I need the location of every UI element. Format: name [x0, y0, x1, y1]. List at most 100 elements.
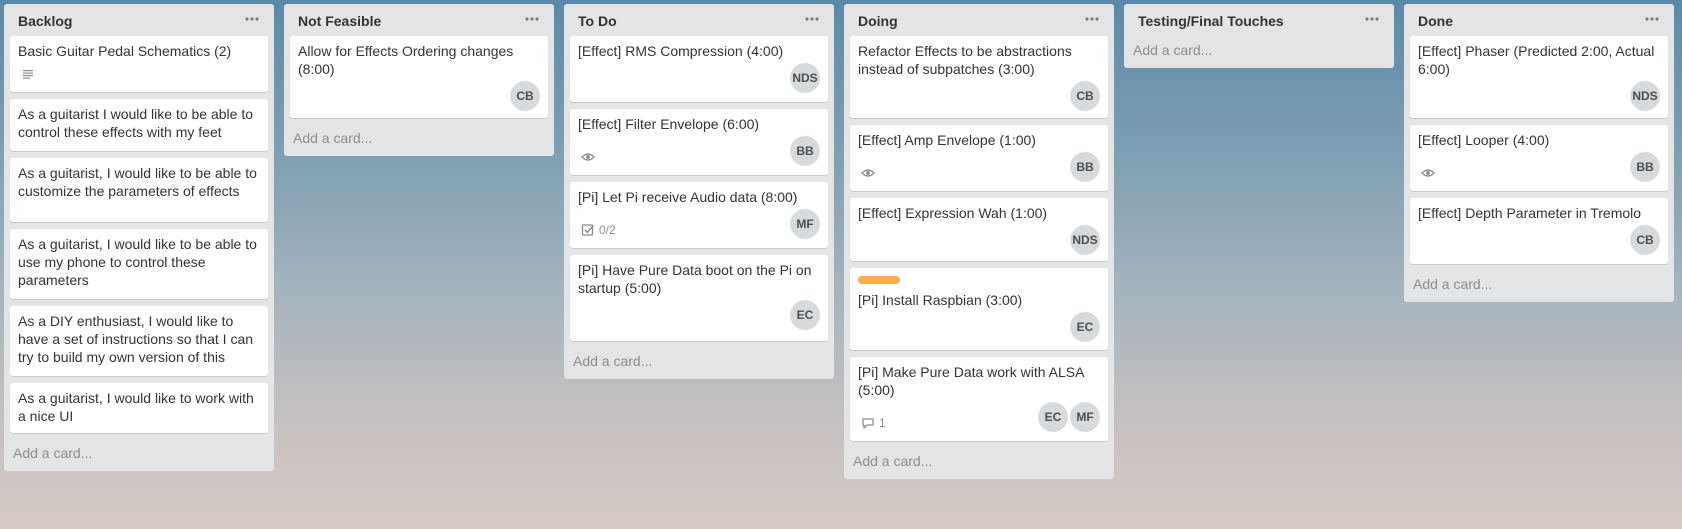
card-title: [Pi] Have Pure Data boot on the Pi on st… [578, 262, 812, 296]
card-title: Refactor Effects to be abstractions inst… [858, 43, 1072, 77]
list-title[interactable]: Doing [858, 13, 898, 29]
add-card-button[interactable]: Add a card... [1410, 264, 1668, 302]
card-title: As a guitarist, I would like to work wit… [18, 390, 254, 424]
card[interactable]: [Effect] Looper (4:00) BB [1410, 125, 1668, 191]
card-footer: CB [298, 78, 540, 111]
card[interactable]: [Pi] Install Raspbian (3:00) EC [850, 268, 1108, 350]
card-footer: BB [578, 133, 820, 166]
card-title: As a guitarist I would like to be able t… [18, 106, 254, 140]
card-badges [578, 325, 581, 330]
avatar-nds[interactable]: NDS [1630, 81, 1660, 111]
avatar-ec[interactable]: EC [790, 300, 820, 330]
card-members: NDS [1070, 225, 1100, 255]
eye-badge [1421, 164, 1435, 182]
avatar-bb[interactable]: BB [790, 136, 820, 166]
card-footer: BB [1418, 149, 1660, 182]
list-title[interactable]: Not Feasible [298, 13, 381, 29]
card[interactable]: As a guitarist, I would like to be able … [10, 229, 268, 299]
add-card-button[interactable]: Add a card... [290, 118, 548, 156]
card-list: [Effect] RMS Compression (4:00) NDS [Effec… [570, 36, 828, 341]
card-footer: EC [578, 297, 820, 330]
card-members: CB [1070, 81, 1100, 111]
add-card-button[interactable]: Add a card... [570, 341, 828, 379]
list-header: Backlog [10, 4, 268, 36]
avatar-cb[interactable]: CB [1630, 225, 1660, 255]
card-badges [1418, 250, 1421, 255]
card-members: EC MF [1038, 402, 1100, 432]
list-header: Not Feasible [290, 4, 548, 36]
card[interactable]: [Pi] Let Pi receive Audio data (8:00) 0/2… [570, 182, 828, 248]
card-title: Basic Guitar Pedal Schematics (2) [18, 43, 232, 59]
card-members: NDS [790, 63, 820, 93]
card-badges [18, 60, 35, 83]
card[interactable]: [Pi] Make Pure Data work with ALSA (5:00… [850, 357, 1108, 441]
list-menu-icon[interactable] [1642, 8, 1662, 28]
card[interactable]: Basic Guitar Pedal Schematics (2) [10, 36, 268, 92]
avatar-bb[interactable]: BB [1630, 152, 1660, 182]
card[interactable]: [Effect] Phaser (Predicted 2:00, Actual … [1410, 36, 1668, 118]
list-menu-icon[interactable] [1082, 8, 1102, 28]
card[interactable]: [Pi] Have Pure Data boot on the Pi on st… [570, 255, 828, 341]
card[interactable]: Refactor Effects to be abstractions inst… [850, 36, 1108, 118]
card-badges [578, 143, 595, 166]
list-title[interactable]: Backlog [18, 13, 72, 29]
list-title[interactable]: Done [1418, 13, 1453, 29]
card[interactable]: As a guitarist, I would like to be able … [10, 158, 268, 222]
card[interactable]: [Effect] Filter Envelope (6:00) BB [570, 109, 828, 175]
avatar-bb[interactable]: BB [1070, 152, 1100, 182]
card[interactable]: [Effect] Amp Envelope (1:00) BB [850, 125, 1108, 191]
checklist-badge: 0/2 [581, 221, 616, 239]
avatar-ec[interactable]: EC [1038, 402, 1068, 432]
card-title: [Effect] Amp Envelope (1:00) [858, 132, 1036, 148]
list-header: Done [1410, 4, 1668, 36]
eye-icon [581, 150, 595, 164]
board: Backlog Basic Guitar Pedal Schematics (2)… [0, 0, 1682, 529]
eye-icon [1421, 166, 1435, 180]
card-badges [858, 250, 861, 255]
card-footer: CB [1418, 222, 1660, 255]
comment-icon [861, 416, 875, 430]
card-members: BB [1070, 152, 1100, 182]
card[interactable]: As a guitarist, I would like to work wit… [10, 383, 268, 433]
avatar-mf[interactable]: MF [790, 209, 820, 239]
card-badges [858, 159, 875, 182]
card[interactable]: [Effect] Depth Parameter in Tremolo CB [1410, 198, 1668, 264]
card[interactable]: As a guitarist I would like to be able t… [10, 99, 268, 151]
avatar-ec[interactable]: EC [1070, 312, 1100, 342]
avatar-mf[interactable]: MF [1070, 402, 1100, 432]
card[interactable]: As a DIY enthusiast, I would like to hav… [10, 306, 268, 376]
list-header: Doing [850, 4, 1108, 36]
card-title: [Effect] Expression Wah (1:00) [858, 205, 1048, 221]
list-menu-icon[interactable] [242, 8, 262, 28]
description-badge [21, 65, 35, 83]
checklist-icon [581, 223, 595, 237]
card[interactable]: [Effect] Expression Wah (1:00) NDS [850, 198, 1108, 261]
card-list: [Effect] Phaser (Predicted 2:00, Actual … [1410, 36, 1668, 264]
list-to-do: To Do [Effect] RMS Compression (4:00) NDS[… [564, 4, 834, 379]
card-badges: 0/2 [578, 216, 616, 239]
list-title[interactable]: To Do [578, 13, 617, 29]
card-footer: 1 EC MF [858, 399, 1100, 432]
avatar-cb[interactable]: CB [510, 81, 540, 111]
list-menu-icon[interactable] [802, 8, 822, 28]
card-members: CB [1630, 225, 1660, 255]
card-list: Basic Guitar Pedal Schematics (2) As a gu… [10, 36, 268, 433]
card-footer [18, 60, 260, 83]
list-not-feasible: Not Feasible Allow for Effects Ordering c… [284, 4, 554, 156]
list-title[interactable]: Testing/Final Touches [1138, 13, 1284, 29]
avatar-nds[interactable]: NDS [790, 63, 820, 93]
add-card-button[interactable]: Add a card... [850, 441, 1108, 479]
card-footer: NDS [1418, 78, 1660, 111]
card-badges [298, 106, 301, 111]
add-card-button[interactable]: Add a card... [10, 433, 268, 471]
eye-badge [581, 148, 595, 166]
avatar-nds[interactable]: NDS [1070, 225, 1100, 255]
card-title: Allow for Effects Ordering changes (8:00… [298, 43, 514, 77]
card[interactable]: [Effect] RMS Compression (4:00) NDS [570, 36, 828, 102]
avatar-cb[interactable]: CB [1070, 81, 1100, 111]
card-title: As a guitarist, I would like to be able … [18, 165, 257, 199]
add-card-button[interactable]: Add a card... [1130, 36, 1388, 68]
list-menu-icon[interactable] [522, 8, 542, 28]
card[interactable]: Allow for Effects Ordering changes (8:00… [290, 36, 548, 118]
list-menu-icon[interactable] [1362, 8, 1382, 28]
